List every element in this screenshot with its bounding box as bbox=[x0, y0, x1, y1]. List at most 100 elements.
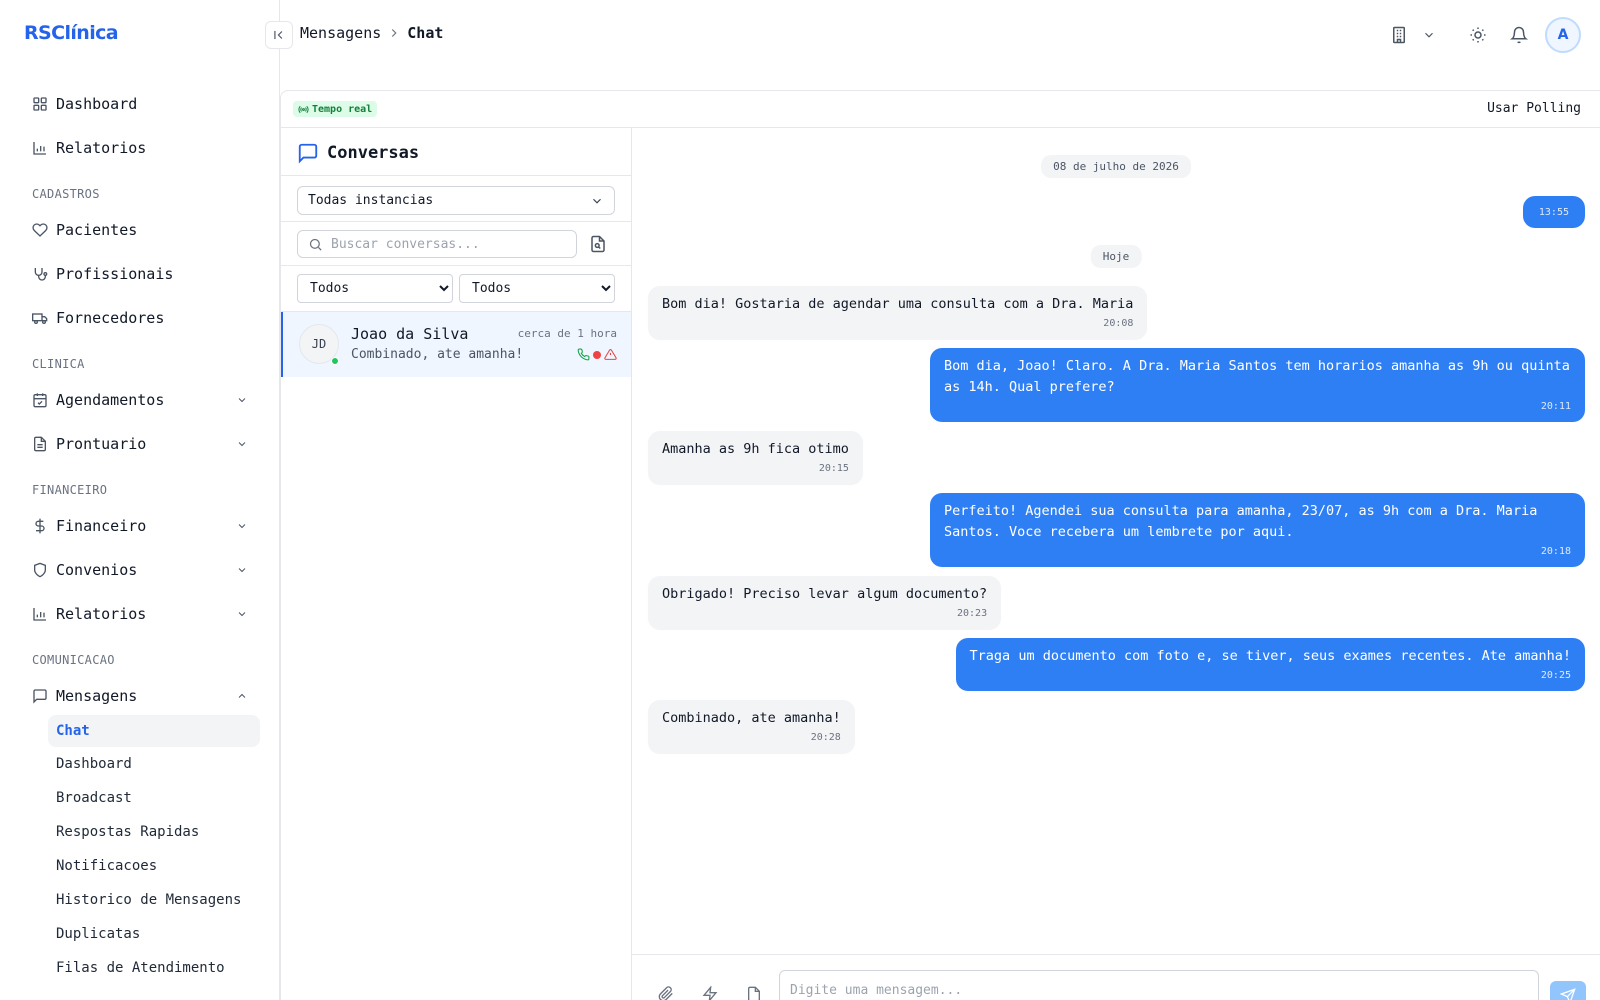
message-time: 20:25 bbox=[1540, 670, 1571, 681]
message-text: Obrigado! Preciso levar algum documento? bbox=[662, 586, 988, 602]
shield-icon bbox=[34, 562, 46, 578]
file-search-icon[interactable] bbox=[589, 235, 607, 253]
sidebar-item-mensagens[interactable]: Mensagens bbox=[24, 678, 264, 714]
sidebar-item-prontuario[interactable]: Prontuario bbox=[24, 426, 264, 462]
chat-panel: Tempo real Usar Polling Conversas Todas … bbox=[280, 90, 1600, 1000]
sidebar-item-label: Agendamentos bbox=[56, 391, 165, 409]
conversation-list: Conversas Todas instancias Todos Todos J… bbox=[281, 128, 632, 1000]
zap-icon[interactable] bbox=[702, 986, 718, 1000]
message-text: Perfeito! Agendei sua consulta para aman… bbox=[944, 503, 1538, 540]
sidebar-item-label: Profissionais bbox=[56, 265, 174, 283]
chevron-down-icon bbox=[238, 524, 246, 529]
search-input[interactable] bbox=[331, 236, 551, 252]
message-bubble-incoming: Obrigado! Preciso levar algum documento?… bbox=[648, 576, 1002, 629]
message-input[interactable] bbox=[779, 970, 1539, 1000]
status-filter-select[interactable]: Todos bbox=[297, 274, 453, 303]
date-separator: 08 de julho de 2026 bbox=[1041, 155, 1191, 178]
sun-icon[interactable] bbox=[1469, 26, 1487, 44]
use-polling-button[interactable]: Usar Polling bbox=[1487, 101, 1581, 116]
chevron-down-icon[interactable] bbox=[1422, 28, 1436, 42]
divider bbox=[281, 265, 631, 266]
message-time: 20:18 bbox=[1540, 546, 1571, 557]
sidebar-item-agendamentos[interactable]: Agendamentos bbox=[24, 382, 264, 418]
conversation-item[interactable]: JD Joao da Silva cerca de 1 hora Combina… bbox=[281, 312, 631, 377]
chevron-down-icon bbox=[238, 612, 246, 617]
section-label-cadastros: CADASTROS bbox=[32, 187, 100, 201]
sidebar-item-label: Mensagens bbox=[56, 687, 138, 705]
instance-select[interactable]: Todas instancias bbox=[297, 186, 615, 215]
search-box bbox=[297, 230, 577, 258]
sidebar-item-dashboard[interactable]: Dashboard bbox=[24, 86, 264, 122]
collapse-icon bbox=[274, 30, 283, 40]
sidebar-subitem-respostas-rapidas[interactable]: Respostas Rapidas bbox=[48, 816, 260, 848]
alert-triangle-icon bbox=[604, 349, 617, 360]
divider bbox=[281, 221, 631, 222]
heart-icon bbox=[32, 223, 48, 237]
sidebar-subitem-historico[interactable]: Historico de Mensagens bbox=[48, 884, 260, 916]
paperclip-icon[interactable] bbox=[658, 986, 674, 1000]
breadcrumb-mensagens[interactable]: Mensagens bbox=[300, 24, 381, 42]
sidebar-item-label: Fornecedores bbox=[56, 309, 165, 327]
sidebar-item-relatorios-financeiros[interactable]: Relatorios bbox=[24, 596, 264, 632]
sidebar-subitem-broadcast[interactable]: Broadcast bbox=[48, 782, 260, 814]
type-filter-select[interactable]: Todos bbox=[459, 274, 615, 303]
instance-select-value: Todas instancias bbox=[308, 193, 434, 208]
sidebar: RSClínica Dashboard Relatorios CADASTROS… bbox=[0, 0, 280, 1000]
message-time: 20:15 bbox=[818, 463, 849, 474]
chat-messages: 08 de julho de 2026 13:55 Hoje Bom dia! … bbox=[632, 128, 1600, 1000]
message-bubble-incoming: Bom dia! Gostaria de agendar uma consult… bbox=[648, 286, 1148, 339]
message-time: 20:28 bbox=[810, 732, 841, 743]
message-bubble-outgoing: Traga um documento com foto e, se tiver,… bbox=[955, 638, 1585, 691]
message-bubble-outgoing: Perfeito! Agendei sua consulta para aman… bbox=[930, 493, 1585, 567]
section-label-comunicacao: COMUNICACAO bbox=[32, 653, 115, 667]
conversations-title: Conversas bbox=[327, 143, 420, 163]
conversation-preview: Combinado, ate amanha! bbox=[351, 347, 524, 362]
file-text-icon bbox=[34, 436, 46, 452]
file-icon[interactable] bbox=[746, 986, 762, 1000]
truck-icon bbox=[32, 313, 48, 324]
conversation-status-icons bbox=[577, 348, 617, 361]
calendar-check-icon bbox=[33, 393, 47, 408]
sidebar-item-fornecedores[interactable]: Fornecedores bbox=[24, 300, 264, 336]
sidebar-item-label: Convenios bbox=[56, 561, 138, 579]
sidebar-subitem-chat[interactable]: Chat bbox=[48, 715, 260, 747]
composer-divider bbox=[632, 954, 1600, 955]
user-avatar[interactable]: A bbox=[1545, 17, 1581, 53]
message-time: 20:11 bbox=[1540, 401, 1571, 412]
sidebar-item-relatorios[interactable]: Relatorios bbox=[24, 130, 264, 166]
sidebar-item-convenios[interactable]: Convenios bbox=[24, 552, 264, 588]
online-status-dot bbox=[331, 357, 339, 365]
sidebar-item-label: Prontuario bbox=[56, 435, 147, 453]
sidebar-item-label: Pacientes bbox=[56, 221, 138, 239]
message-text: Bom dia, Joao! Claro. A Dra. Maria Santo… bbox=[944, 358, 1570, 395]
message-time: 20:23 bbox=[957, 608, 988, 619]
realtime-label: Tempo real bbox=[312, 103, 373, 115]
section-label-clinica: CLINICA bbox=[32, 357, 85, 371]
message-time: 20:08 bbox=[1103, 318, 1134, 329]
sidebar-item-label: Dashboard bbox=[56, 95, 138, 113]
chevron-right-icon bbox=[392, 29, 397, 37]
message-text: Amanha as 9h fica otimo bbox=[662, 441, 849, 457]
dollar-icon bbox=[35, 518, 45, 534]
breadcrumb: Mensagens Chat bbox=[300, 24, 443, 42]
sidebar-item-pacientes[interactable]: Pacientes bbox=[24, 212, 264, 248]
message-time: 13:55 bbox=[1538, 207, 1569, 218]
message-square-icon bbox=[33, 689, 47, 704]
sidebar-item-financeiro[interactable]: Financeiro bbox=[24, 508, 264, 544]
send-button[interactable] bbox=[1550, 981, 1586, 1000]
building-icon[interactable] bbox=[1390, 26, 1408, 44]
collapse-sidebar-button[interactable] bbox=[265, 21, 293, 49]
chevron-down-icon bbox=[238, 568, 246, 573]
sidebar-subitem-notificacoes[interactable]: Notificacoes bbox=[48, 850, 260, 882]
stethoscope-icon bbox=[34, 268, 48, 281]
bell-icon[interactable] bbox=[1510, 26, 1528, 44]
sidebar-subitem-duplicatas[interactable]: Duplicatas bbox=[48, 918, 260, 950]
sidebar-subitem-filas[interactable]: Filas de Atendimento bbox=[48, 952, 260, 984]
message-bubble-outgoing: 13:55 bbox=[1522, 196, 1585, 228]
sidebar-subitem-dashboard[interactable]: Dashboard bbox=[48, 748, 260, 780]
phone-icon bbox=[577, 348, 590, 361]
message-text: Combinado, ate amanha! bbox=[662, 710, 841, 726]
app-logo[interactable]: RSClínica bbox=[24, 22, 119, 44]
chevron-down-icon bbox=[593, 198, 601, 204]
sidebar-item-profissionais[interactable]: Profissionais bbox=[24, 256, 264, 292]
